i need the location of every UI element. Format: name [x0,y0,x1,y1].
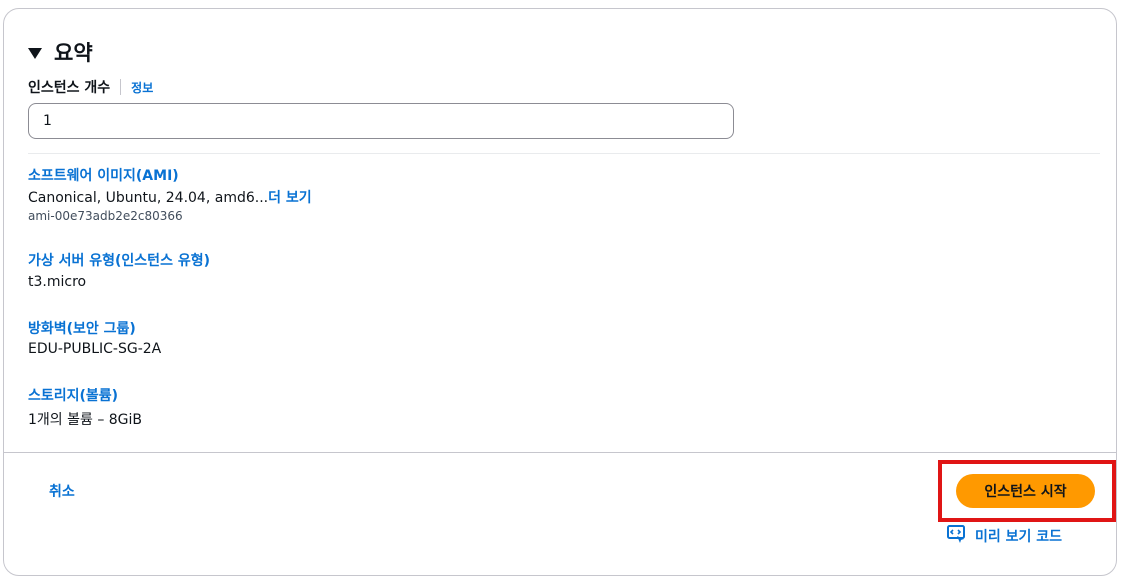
summary-header[interactable]: 요약 [28,37,93,67]
instance-count-label: 인스턴스 개수 [28,80,111,96]
storage-value: 1개의 볼륨 – 8GiB [28,412,143,428]
ami-section-title[interactable]: 소프트웨어 이미지(AMI) [28,165,179,185]
ami-more-link[interactable]: 더 보기 [268,190,312,206]
instance-count-input[interactable] [28,103,734,139]
preview-code-label: 미리 보기 코드 [975,529,1063,545]
storage-section-title[interactable]: 스토리지(볼륨) [28,385,118,405]
cancel-button[interactable]: 취소 [49,481,75,501]
instance-count-label-row: 인스턴스 개수 정보 [28,77,153,97]
launch-instance-button[interactable]: 인스턴스 시작 [956,474,1095,508]
info-link[interactable]: 정보 [131,79,153,96]
ami-value-text: Canonical, Ubuntu, 24.04, amd6... [28,190,269,206]
summary-title: 요약 [54,41,93,65]
code-preview-icon [947,525,967,547]
label-divider [120,79,122,95]
instance-type-value: t3.micro [28,274,87,290]
security-group-value: EDU-PUBLIC-SG-2A [28,341,162,357]
ami-value: Canonical, Ubuntu, 24.04, amd6...더 보기 [28,187,312,207]
caret-down-icon[interactable] [28,47,42,59]
security-group-section-title[interactable]: 방화벽(보안 그룹) [28,318,136,338]
section-divider [28,153,1100,154]
preview-code-link[interactable]: 미리 보기 코드 [947,525,1062,547]
ami-id: ami-00e73adb2e2c80366 [28,209,183,223]
instance-type-section-title[interactable]: 가상 서버 유형(인스턴스 유형) [28,250,210,270]
footer-divider [4,452,1116,453]
